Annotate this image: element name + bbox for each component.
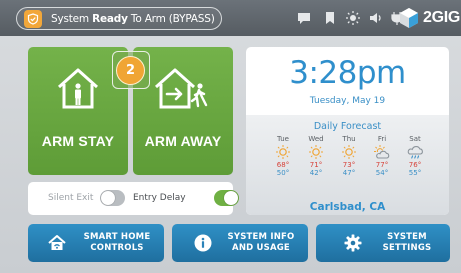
day-name: Fri [377, 135, 387, 143]
day-name: Tue [277, 135, 289, 143]
smart-home-controls-button[interactable]: SMART HOME CONTROLS [28, 224, 164, 262]
day-low: 50° [276, 169, 290, 177]
silent-exit-toggle[interactable] [100, 190, 125, 206]
forecast-day: Tue 68° 50° [268, 135, 298, 177]
bypass-count-badge[interactable]: 2 [116, 56, 145, 85]
house-stay-icon [57, 68, 99, 109]
forecast-day: Sat 76° 55° [400, 135, 430, 177]
brightness-icon[interactable] [345, 10, 361, 26]
brand-logo: 2GIG [398, 6, 460, 30]
day-high: 73° [342, 161, 356, 169]
clock-date: Tuesday, May 19 [309, 96, 386, 106]
bookmark-icon[interactable] [322, 10, 338, 26]
day-high: 77° [375, 161, 389, 169]
daily-forecast: Daily Forecast Tue 68° 50° Wed 71° 42° T… [246, 115, 449, 215]
day-low: 42° [309, 169, 323, 177]
forecast-day: Wed 71° 42° [301, 135, 331, 177]
smart-home-icon [48, 235, 66, 250]
arm-away-label: ARM AWAY [144, 133, 222, 149]
rain-cloud-icon [407, 145, 423, 159]
day-name: Wed [308, 135, 324, 143]
day-low: 54° [375, 169, 389, 177]
system-status-text: System Ready To Arm (BYPASS) [51, 12, 215, 25]
system-settings-label: SYSTEM SETTINGS [382, 232, 432, 253]
partly-cloudy-icon [374, 145, 390, 159]
day-low: 55° [408, 169, 422, 177]
toggle-knob [224, 191, 238, 205]
entry-delay-toggle[interactable] [214, 190, 239, 206]
clock-weather-panel[interactable]: 3:28pm Tuesday, May 19 Daily Forecast Tu… [246, 47, 449, 215]
toggle-bar: Silent Exit Entry Delay [28, 182, 239, 215]
system-settings-button[interactable]: SYSTEM SETTINGS [316, 224, 450, 262]
forecast-title: Daily Forecast [313, 121, 382, 132]
info-icon [194, 234, 212, 252]
system-info-label: SYSTEM INFO AND USAGE [227, 232, 295, 253]
forecast-location: Carlsbad, CA [309, 201, 386, 213]
sun-icon [276, 145, 290, 159]
shield-icon [24, 9, 42, 28]
arm-stay-label: ARM STAY [41, 133, 115, 149]
day-high: 68° [276, 161, 290, 169]
top-bar: System Ready To Arm (BYPASS) 2GIG [0, 0, 461, 36]
sun-icon [342, 145, 356, 159]
day-name: Thu [342, 135, 356, 143]
cube-logo-icon [400, 8, 418, 28]
smart-home-label: SMART HOME CONTROLS [83, 232, 151, 253]
silent-exit-label: Silent Exit [48, 193, 94, 203]
sun-icon [309, 145, 323, 159]
chat-bubble-icon[interactable] [296, 10, 312, 26]
clock-time: 3:28pm [289, 55, 406, 91]
day-low: 47° [342, 169, 356, 177]
forecast-day: Fri 77° 54° [367, 135, 397, 177]
day-name: Sat [409, 135, 421, 143]
day-high: 76° [408, 161, 422, 169]
day-high: 71° [309, 161, 323, 169]
system-status-pill[interactable]: System Ready To Arm (BYPASS) [16, 7, 222, 30]
house-away-icon [154, 68, 208, 109]
entry-delay-label: Entry Delay [133, 193, 186, 203]
system-info-button[interactable]: SYSTEM INFO AND USAGE [172, 224, 308, 262]
volume-icon[interactable] [368, 10, 384, 26]
toggle-knob [101, 191, 115, 205]
gear-icon [344, 234, 362, 252]
forecast-day: Thu 73° 47° [334, 135, 364, 177]
logo-text: 2GIG [423, 9, 461, 26]
